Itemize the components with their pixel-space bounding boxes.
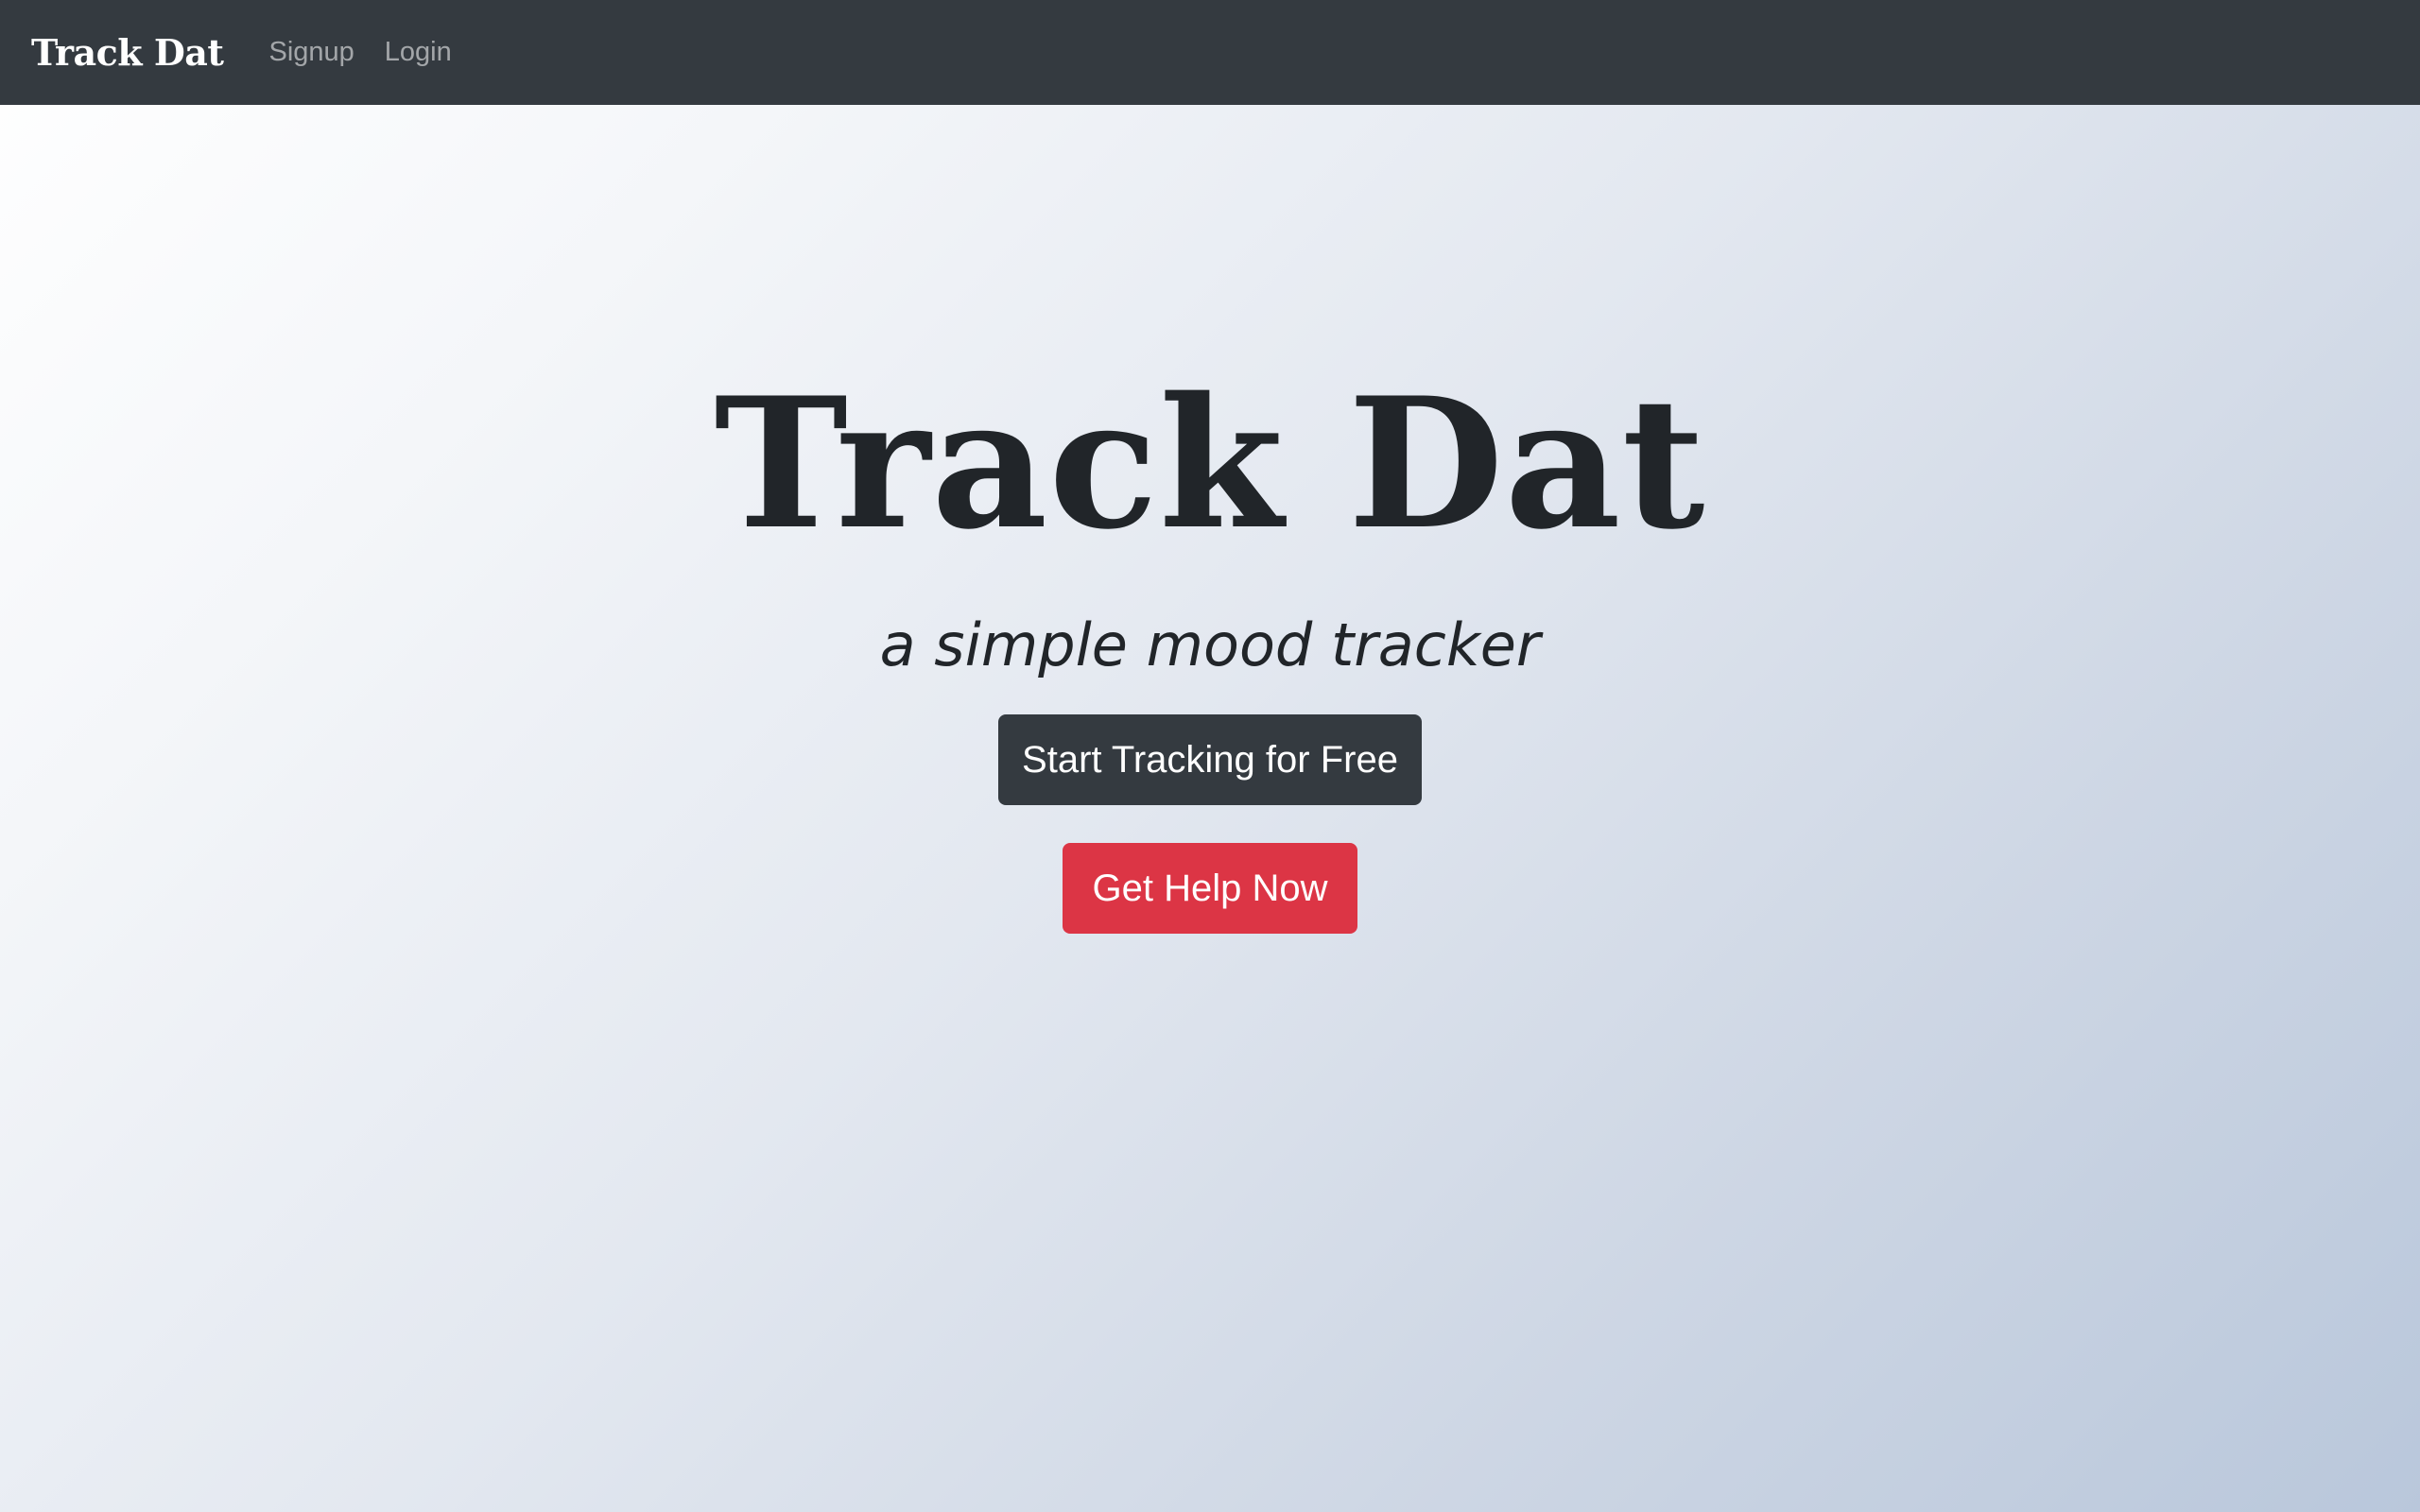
navbar: Track Dat Signup Login <box>0 0 2420 105</box>
hero-subtitle: a simple mood tracker <box>879 610 1541 679</box>
start-tracking-button[interactable]: Start Tracking for Free <box>998 714 1422 805</box>
nav-link-signup[interactable]: Signup <box>268 37 354 68</box>
hero-title: Track Dat <box>714 358 1706 569</box>
nav-link-login[interactable]: Login <box>385 37 452 68</box>
brand-link[interactable]: Track Dat <box>31 31 224 74</box>
nav-links: Signup Login <box>268 37 481 68</box>
get-help-button[interactable]: Get Help Now <box>1063 843 1357 934</box>
